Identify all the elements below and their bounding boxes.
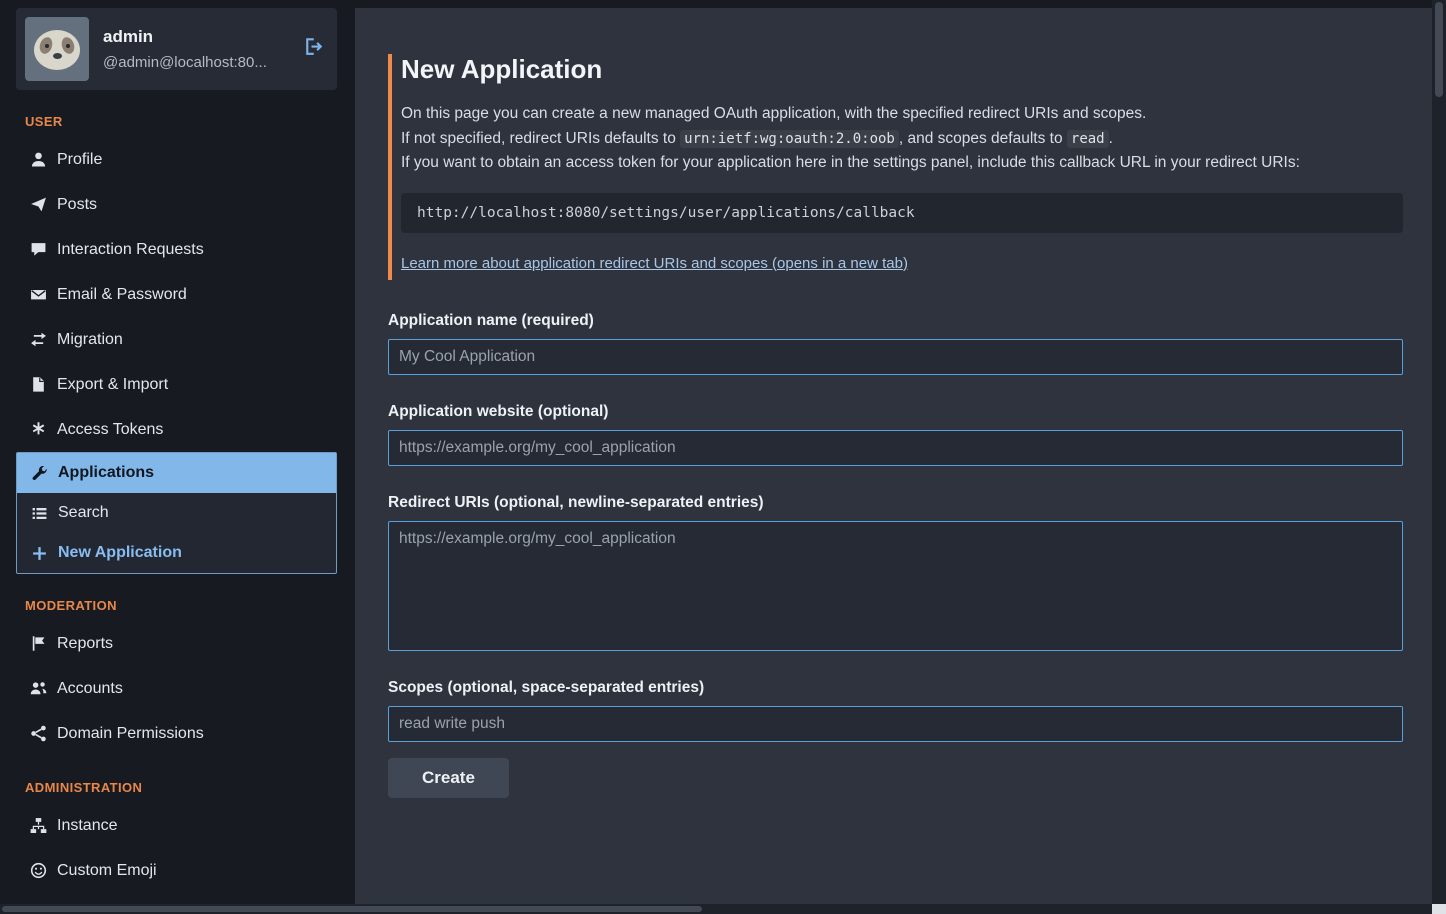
intro-line-2-pre: If not specified, redirect URIs defaults… <box>401 130 680 147</box>
app-root: admin @admin@localhost:80... USER Profil… <box>0 0 1446 914</box>
sidebar-item-applications-search[interactable]: Search <box>17 493 336 533</box>
sidebar-item-new-application[interactable]: New Application <box>17 533 336 573</box>
asterisk-icon <box>30 421 47 438</box>
user-meta: admin @admin@localhost:80... <box>103 27 267 71</box>
plus-icon <box>31 545 48 562</box>
sidebar-item-label: Custom Emoji <box>57 862 157 880</box>
application-name-label: Application name (required) <box>388 312 1403 330</box>
sidebar-nav-administration: Instance Custom Emoji Actions <box>16 803 337 914</box>
section-label-user: USER <box>25 114 337 129</box>
sidebar-item-label: Applications <box>58 464 154 482</box>
sidebar-item-posts[interactable]: Posts <box>16 182 337 227</box>
applications-group: Applications Search New Application <box>16 452 337 574</box>
sidebar-item-reports[interactable]: Reports <box>16 621 337 666</box>
sidebar-nav-user: Profile Posts Interaction Requests Email… <box>16 137 337 574</box>
sidebar-item-label: Email & Password <box>57 286 187 304</box>
sidebar-item-label: Export & Import <box>57 376 168 394</box>
sidebar-item-label: Domain Permissions <box>57 725 204 743</box>
sidebar-item-label: Reports <box>57 635 113 653</box>
vertical-scrollbar-thumb[interactable] <box>1435 2 1443 97</box>
vertical-scrollbar <box>1432 0 1446 914</box>
sidebar-item-migration[interactable]: Migration <box>16 317 337 362</box>
flag-icon <box>30 635 47 652</box>
learn-more-link[interactable]: Learn more about application redirect UR… <box>401 255 908 272</box>
sitemap-icon <box>30 817 47 834</box>
sign-out-icon[interactable] <box>303 37 323 62</box>
intro-line-2-mid: , and scopes defaults to <box>899 130 1067 147</box>
sidebar-item-label: Instance <box>57 817 117 835</box>
new-application-form: Application name (required) Application … <box>388 312 1403 798</box>
intro-line-3: If you want to obtain an access token fo… <box>401 151 1403 176</box>
sidebar-item-applications[interactable]: Applications <box>17 453 336 493</box>
sidebar-item-custom-emoji[interactable]: Custom Emoji <box>16 848 337 893</box>
sidebar-item-label: Access Tokens <box>57 421 163 439</box>
section-label-moderation: MODERATION <box>25 598 337 613</box>
list-icon <box>31 505 48 522</box>
user-icon <box>30 151 47 168</box>
paper-plane-icon <box>30 196 47 213</box>
oob-inline-code: urn:ietf:wg:oauth:2.0:oob <box>680 130 899 148</box>
user-name: admin <box>103 27 267 47</box>
sidebar-item-domain-permissions[interactable]: Domain Permissions <box>16 711 337 756</box>
sidebar-item-label: Search <box>58 504 109 522</box>
sidebar-item-export-import[interactable]: Export & Import <box>16 362 337 407</box>
callback-url-code-block: http://localhost:8080/settings/user/appl… <box>401 193 1403 233</box>
main-panel: New Application On this page you can cre… <box>355 8 1432 914</box>
share-nodes-icon <box>30 725 47 742</box>
sidebar-item-accounts[interactable]: Accounts <box>16 666 337 711</box>
sidebar-item-access-tokens[interactable]: Access Tokens <box>16 407 337 452</box>
user-card[interactable]: admin @admin@localhost:80... <box>16 8 337 90</box>
application-website-input[interactable] <box>388 430 1403 466</box>
intro-block: New Application On this page you can cre… <box>388 54 1403 280</box>
comment-icon <box>30 241 47 258</box>
sidebar-item-instance[interactable]: Instance <box>16 803 337 848</box>
file-export-icon <box>30 376 47 393</box>
intro-line-2: If not specified, redirect URIs defaults… <box>401 127 1403 152</box>
sidebar-nav-moderation: Reports Accounts Domain Permissions <box>16 621 337 756</box>
exchange-icon <box>30 331 47 348</box>
read-inline-code: read <box>1067 130 1109 148</box>
sidebar-item-profile[interactable]: Profile <box>16 137 337 182</box>
smiley-icon <box>30 862 47 879</box>
intro-line-1: On this page you can create a new manage… <box>401 102 1403 127</box>
sidebar-item-label: Posts <box>57 196 97 214</box>
sidebar-item-label: Profile <box>57 151 102 169</box>
users-icon <box>30 680 47 697</box>
redirect-uris-textarea[interactable] <box>388 521 1403 651</box>
scrollbar-corner <box>1432 904 1446 914</box>
page-title: New Application <box>401 54 1403 85</box>
horizontal-scrollbar-thumb[interactable] <box>2 906 702 912</box>
sidebar-item-label: Accounts <box>57 680 123 698</box>
sidebar-item-email-password[interactable]: Email & Password <box>16 272 337 317</box>
envelope-icon <box>30 286 47 303</box>
sidebar-item-interaction-requests[interactable]: Interaction Requests <box>16 227 337 272</box>
user-handle: @admin@localhost:80... <box>103 54 267 71</box>
scopes-input[interactable] <box>388 706 1403 742</box>
application-website-label: Application website (optional) <box>388 403 1403 421</box>
create-button[interactable]: Create <box>388 758 509 798</box>
avatar <box>25 17 89 81</box>
horizontal-scrollbar <box>0 904 1446 914</box>
redirect-uris-label: Redirect URIs (optional, newline-separat… <box>388 494 1403 512</box>
sidebar-item-label: New Application <box>58 544 182 562</box>
tools-icon <box>31 465 48 482</box>
intro-line-2-post: . <box>1109 130 1113 147</box>
sidebar-item-label: Interaction Requests <box>57 241 204 259</box>
sidebar: admin @admin@localhost:80... USER Profil… <box>0 0 355 914</box>
application-name-input[interactable] <box>388 339 1403 375</box>
section-label-administration: ADMINISTRATION <box>25 780 337 795</box>
sidebar-item-label: Migration <box>57 331 123 349</box>
scopes-label: Scopes (optional, space-separated entrie… <box>388 679 1403 697</box>
